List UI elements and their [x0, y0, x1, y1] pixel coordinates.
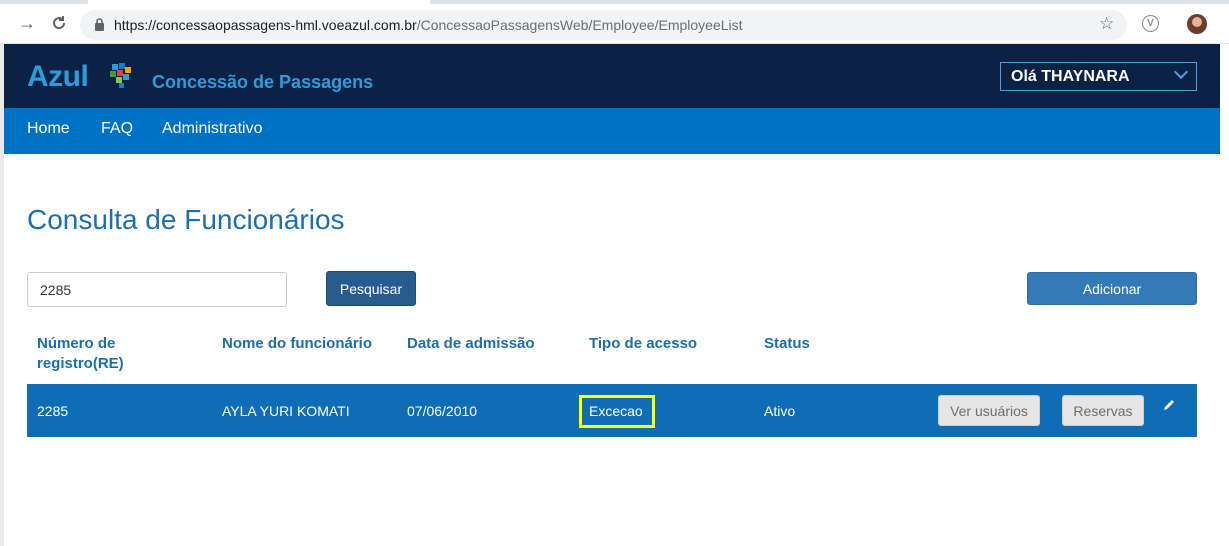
cell-access-type: Excecao — [589, 403, 643, 419]
column-header-status: Status — [764, 335, 810, 352]
url-domain: https://concessaopassagens-hml.voeazul.c… — [114, 17, 417, 33]
browser-toolbar: → https://concessaopassagens-hml.voeazul… — [0, 0, 1229, 44]
table-row[interactable]: 2285 AYLA YURI KOMATI 07/06/2010 Excecao… — [27, 384, 1197, 437]
reservations-button[interactable]: Reservas — [1062, 395, 1144, 426]
nav-item-faq[interactable]: FAQ — [101, 120, 133, 138]
search-input[interactable] — [27, 272, 287, 307]
cell-name: AYLA YURI KOMATI — [222, 403, 350, 419]
lock-icon — [95, 18, 104, 31]
forward-icon[interactable]: → — [16, 12, 38, 34]
column-header-name: Nome do funcionário — [222, 335, 372, 352]
app-header: Azul Concessão de Passagens Olá THAYNARA — [4, 44, 1220, 108]
url-text[interactable]: https://concessaopassagens-hml.voeazul.c… — [114, 17, 743, 33]
extension-v-icon[interactable]: V — [1142, 15, 1159, 32]
cell-status: Ativo — [764, 403, 796, 419]
page-title: Consulta de Funcionários — [27, 204, 345, 235]
reload-icon[interactable] — [48, 12, 70, 34]
cell-re: 2285 — [37, 403, 69, 419]
column-header-re: Número de registro(RE) — [37, 335, 124, 372]
search-button[interactable]: Pesquisar — [326, 271, 416, 306]
view-users-button[interactable]: Ver usuários — [938, 395, 1040, 426]
app-title: Concessão de Passagens — [152, 72, 374, 92]
brazil-map-logo-icon — [110, 63, 131, 88]
pencil-icon[interactable] — [1161, 397, 1177, 413]
cell-admission: 07/06/2010 — [407, 403, 478, 419]
chevron-down-icon — [1173, 64, 1189, 80]
profile-avatar[interactable] — [1187, 14, 1207, 34]
nav-item-home[interactable]: Home — [27, 120, 70, 138]
user-menu-dropdown[interactable]: Olá THAYNARA — [1000, 62, 1197, 91]
main-navbar: Home FAQ Administrativo — [4, 108, 1220, 154]
tab-strip — [0, 0, 1229, 4]
nav-item-administrativo[interactable]: Administrativo — [162, 120, 262, 138]
column-header-access-type: Tipo de acesso — [589, 335, 698, 352]
bookmark-star-icon[interactable]: ☆ — [1099, 14, 1114, 34]
azul-logo[interactable]: Azul — [27, 60, 89, 94]
column-header-admission: Data de admissão — [407, 335, 535, 352]
add-button[interactable]: Adicionar — [1027, 272, 1197, 305]
url-path: /ConcessaoPassagensWeb/Employee/Employee… — [416, 17, 743, 33]
user-greeting: Olá THAYNARA — [1011, 68, 1130, 85]
